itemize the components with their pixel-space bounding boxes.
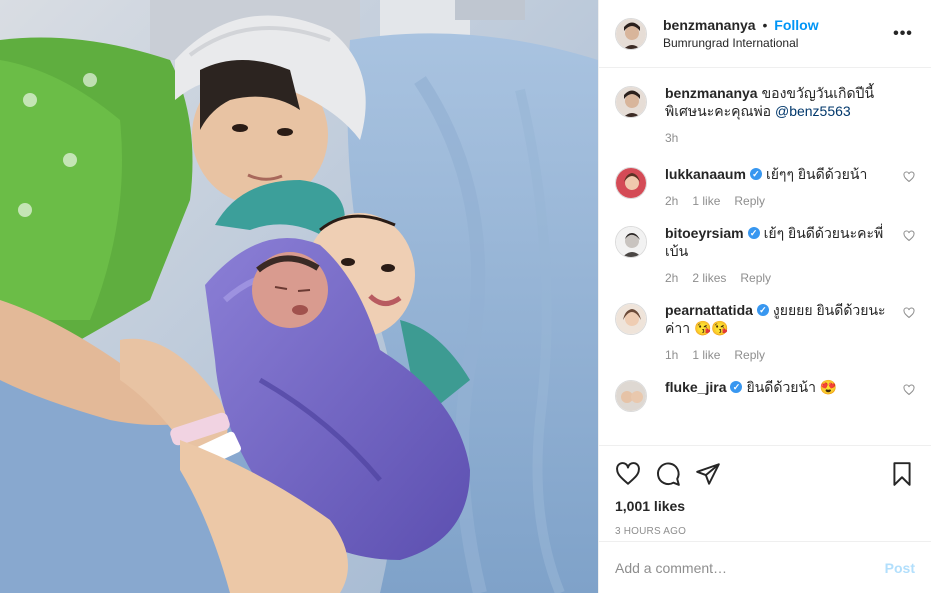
photo-illustration bbox=[0, 0, 598, 593]
profile-avatar-icon bbox=[616, 168, 646, 198]
comment-content: ยินดีด้วยน้า 😍 bbox=[746, 379, 838, 395]
post-side-panel: benzmananya • Follow Bumrungrad Internat… bbox=[598, 0, 931, 593]
comment-username[interactable]: bitoeyrsiam bbox=[665, 225, 744, 241]
comment-username[interactable]: lukkanaaum bbox=[665, 166, 746, 182]
caption-meta: 3h bbox=[665, 131, 891, 145]
comment-item: bitoeyrsiam ✓ เย้ๆ ยินดีด้วยนะคะพี่เบ้น 2h… bbox=[615, 224, 915, 285]
comment-body: bitoeyrsiam ✓ เย้ๆ ยินดีด้วยนะคะพี่เบ้น 2h… bbox=[665, 224, 915, 285]
comment-like-heart-icon[interactable] bbox=[903, 384, 915, 396]
commenter-avatar[interactable] bbox=[615, 226, 647, 258]
reply-button[interactable]: Reply bbox=[734, 348, 765, 362]
action-icons bbox=[615, 454, 915, 494]
verified-badge-icon: ✓ bbox=[730, 381, 743, 394]
reply-button[interactable]: Reply bbox=[740, 271, 771, 285]
comment-body: fluke_jira ✓ ยินดีด้วยน้า 😍 bbox=[665, 378, 915, 412]
profile-avatar-icon bbox=[616, 381, 646, 411]
comment-like-heart-icon[interactable] bbox=[903, 307, 915, 319]
comment-time[interactable]: 1h bbox=[665, 348, 678, 362]
comment-text: pearnattatida ✓ งูยยยย ยินดีด้วยนะค่าา 😘😘 bbox=[665, 301, 891, 337]
follow-button[interactable]: Follow bbox=[774, 17, 818, 33]
post-actions: 1,001 likes 3 HOURS AGO bbox=[599, 445, 931, 537]
comment-text: bitoeyrsiam ✓ เย้ๆ ยินดีด้วยนะคะพี่เบ้น bbox=[665, 224, 891, 260]
verified-badge-icon: ✓ bbox=[756, 304, 769, 317]
comment-like-heart-icon[interactable] bbox=[903, 230, 915, 242]
likes-count[interactable]: 1,001 likes bbox=[615, 498, 915, 514]
commenter-avatar[interactable] bbox=[615, 380, 647, 412]
comment-body: pearnattatida ✓ งูยยยย ยินดีด้วยนะค่าา 😘😘 … bbox=[665, 301, 915, 362]
comment-username[interactable]: fluke_jira bbox=[665, 379, 726, 395]
comment-likes[interactable]: 1 like bbox=[692, 194, 720, 208]
caption-text: benzmananya ของขวัญวันเกิดปีนี้พิเศษนะคะค… bbox=[665, 84, 891, 120]
comment-like-heart-icon[interactable] bbox=[903, 171, 915, 183]
comment-item: lukkanaaum ✓ เย้ๆๆ ยินดีด้วยน้า 2h 1 like … bbox=[615, 165, 915, 208]
profile-avatar-icon bbox=[616, 227, 646, 257]
caption-username[interactable]: benzmananya bbox=[665, 85, 758, 101]
comment-item: pearnattatida ✓ งูยยยย ยินดีด้วยนะค่าา 😘😘 … bbox=[615, 301, 915, 362]
bookmark-icon[interactable] bbox=[889, 461, 915, 487]
add-comment-bar: Post bbox=[599, 541, 931, 593]
profile-avatar-icon bbox=[616, 87, 646, 117]
caption-time[interactable]: 3h bbox=[665, 131, 678, 145]
comment-username[interactable]: pearnattatida bbox=[665, 302, 753, 318]
comment-likes[interactable]: 2 likes bbox=[692, 271, 726, 285]
comment-meta: 1h 1 like Reply bbox=[665, 348, 891, 362]
comments-list[interactable]: benzmananya ของขวัญวันเกิดปีนี้พิเศษนะคะค… bbox=[599, 68, 931, 445]
comment-meta: 2h 2 likes Reply bbox=[665, 271, 891, 285]
comment-text: fluke_jira ✓ ยินดีด้วยน้า 😍 bbox=[665, 378, 891, 396]
comment-body: lukkanaaum ✓ เย้ๆๆ ยินดีด้วยน้า 2h 1 like … bbox=[665, 165, 915, 208]
post-photo[interactable] bbox=[0, 0, 598, 593]
reply-button[interactable]: Reply bbox=[734, 194, 765, 208]
post-header: benzmananya • Follow Bumrungrad Internat… bbox=[599, 0, 931, 68]
comment-text: lukkanaaum ✓ เย้ๆๆ ยินดีด้วยน้า bbox=[665, 165, 891, 183]
share-icon[interactable] bbox=[695, 461, 721, 487]
post-comment-button[interactable]: Post bbox=[885, 560, 915, 576]
commenter-avatar[interactable] bbox=[615, 167, 647, 199]
comment-icon[interactable] bbox=[655, 461, 681, 487]
comment-content: เย้ๆๆ ยินดีด้วยน้า bbox=[765, 166, 868, 182]
post-timestamp[interactable]: 3 HOURS AGO bbox=[615, 526, 915, 537]
comment-meta: 2h 1 like Reply bbox=[665, 194, 891, 208]
verified-badge-icon: ✓ bbox=[747, 227, 760, 240]
comment-likes[interactable]: 1 like bbox=[692, 348, 720, 362]
caption-mention[interactable]: @benz5563 bbox=[775, 103, 851, 119]
verified-badge-icon: ✓ bbox=[749, 168, 762, 181]
profile-avatar-icon bbox=[616, 18, 646, 49]
header-separator: • bbox=[762, 16, 768, 33]
caption: benzmananya ของขวัญวันเกิดปีนี้พิเศษนะคะค… bbox=[615, 84, 915, 145]
heart-icon[interactable] bbox=[615, 461, 641, 487]
comment-time[interactable]: 2h bbox=[665, 271, 678, 285]
post-location[interactable]: Bumrungrad International bbox=[663, 35, 891, 51]
comment-item: fluke_jira ✓ ยินดีด้วยน้า 😍 bbox=[615, 378, 915, 412]
comment-time[interactable]: 2h bbox=[665, 194, 678, 208]
header-text: benzmananya • Follow Bumrungrad Internat… bbox=[663, 17, 891, 51]
author-username[interactable]: benzmananya bbox=[663, 17, 756, 33]
caption-avatar[interactable] bbox=[615, 86, 647, 118]
author-avatar[interactable] bbox=[615, 17, 647, 50]
post-dialog: benzmananya • Follow Bumrungrad Internat… bbox=[0, 0, 931, 593]
profile-avatar-icon bbox=[616, 304, 646, 334]
caption-body: benzmananya ของขวัญวันเกิดปีนี้พิเศษนะคะค… bbox=[665, 84, 915, 145]
more-options-icon[interactable]: ••• bbox=[891, 25, 915, 43]
comment-input[interactable] bbox=[615, 559, 885, 576]
commenter-avatar[interactable] bbox=[615, 303, 647, 335]
